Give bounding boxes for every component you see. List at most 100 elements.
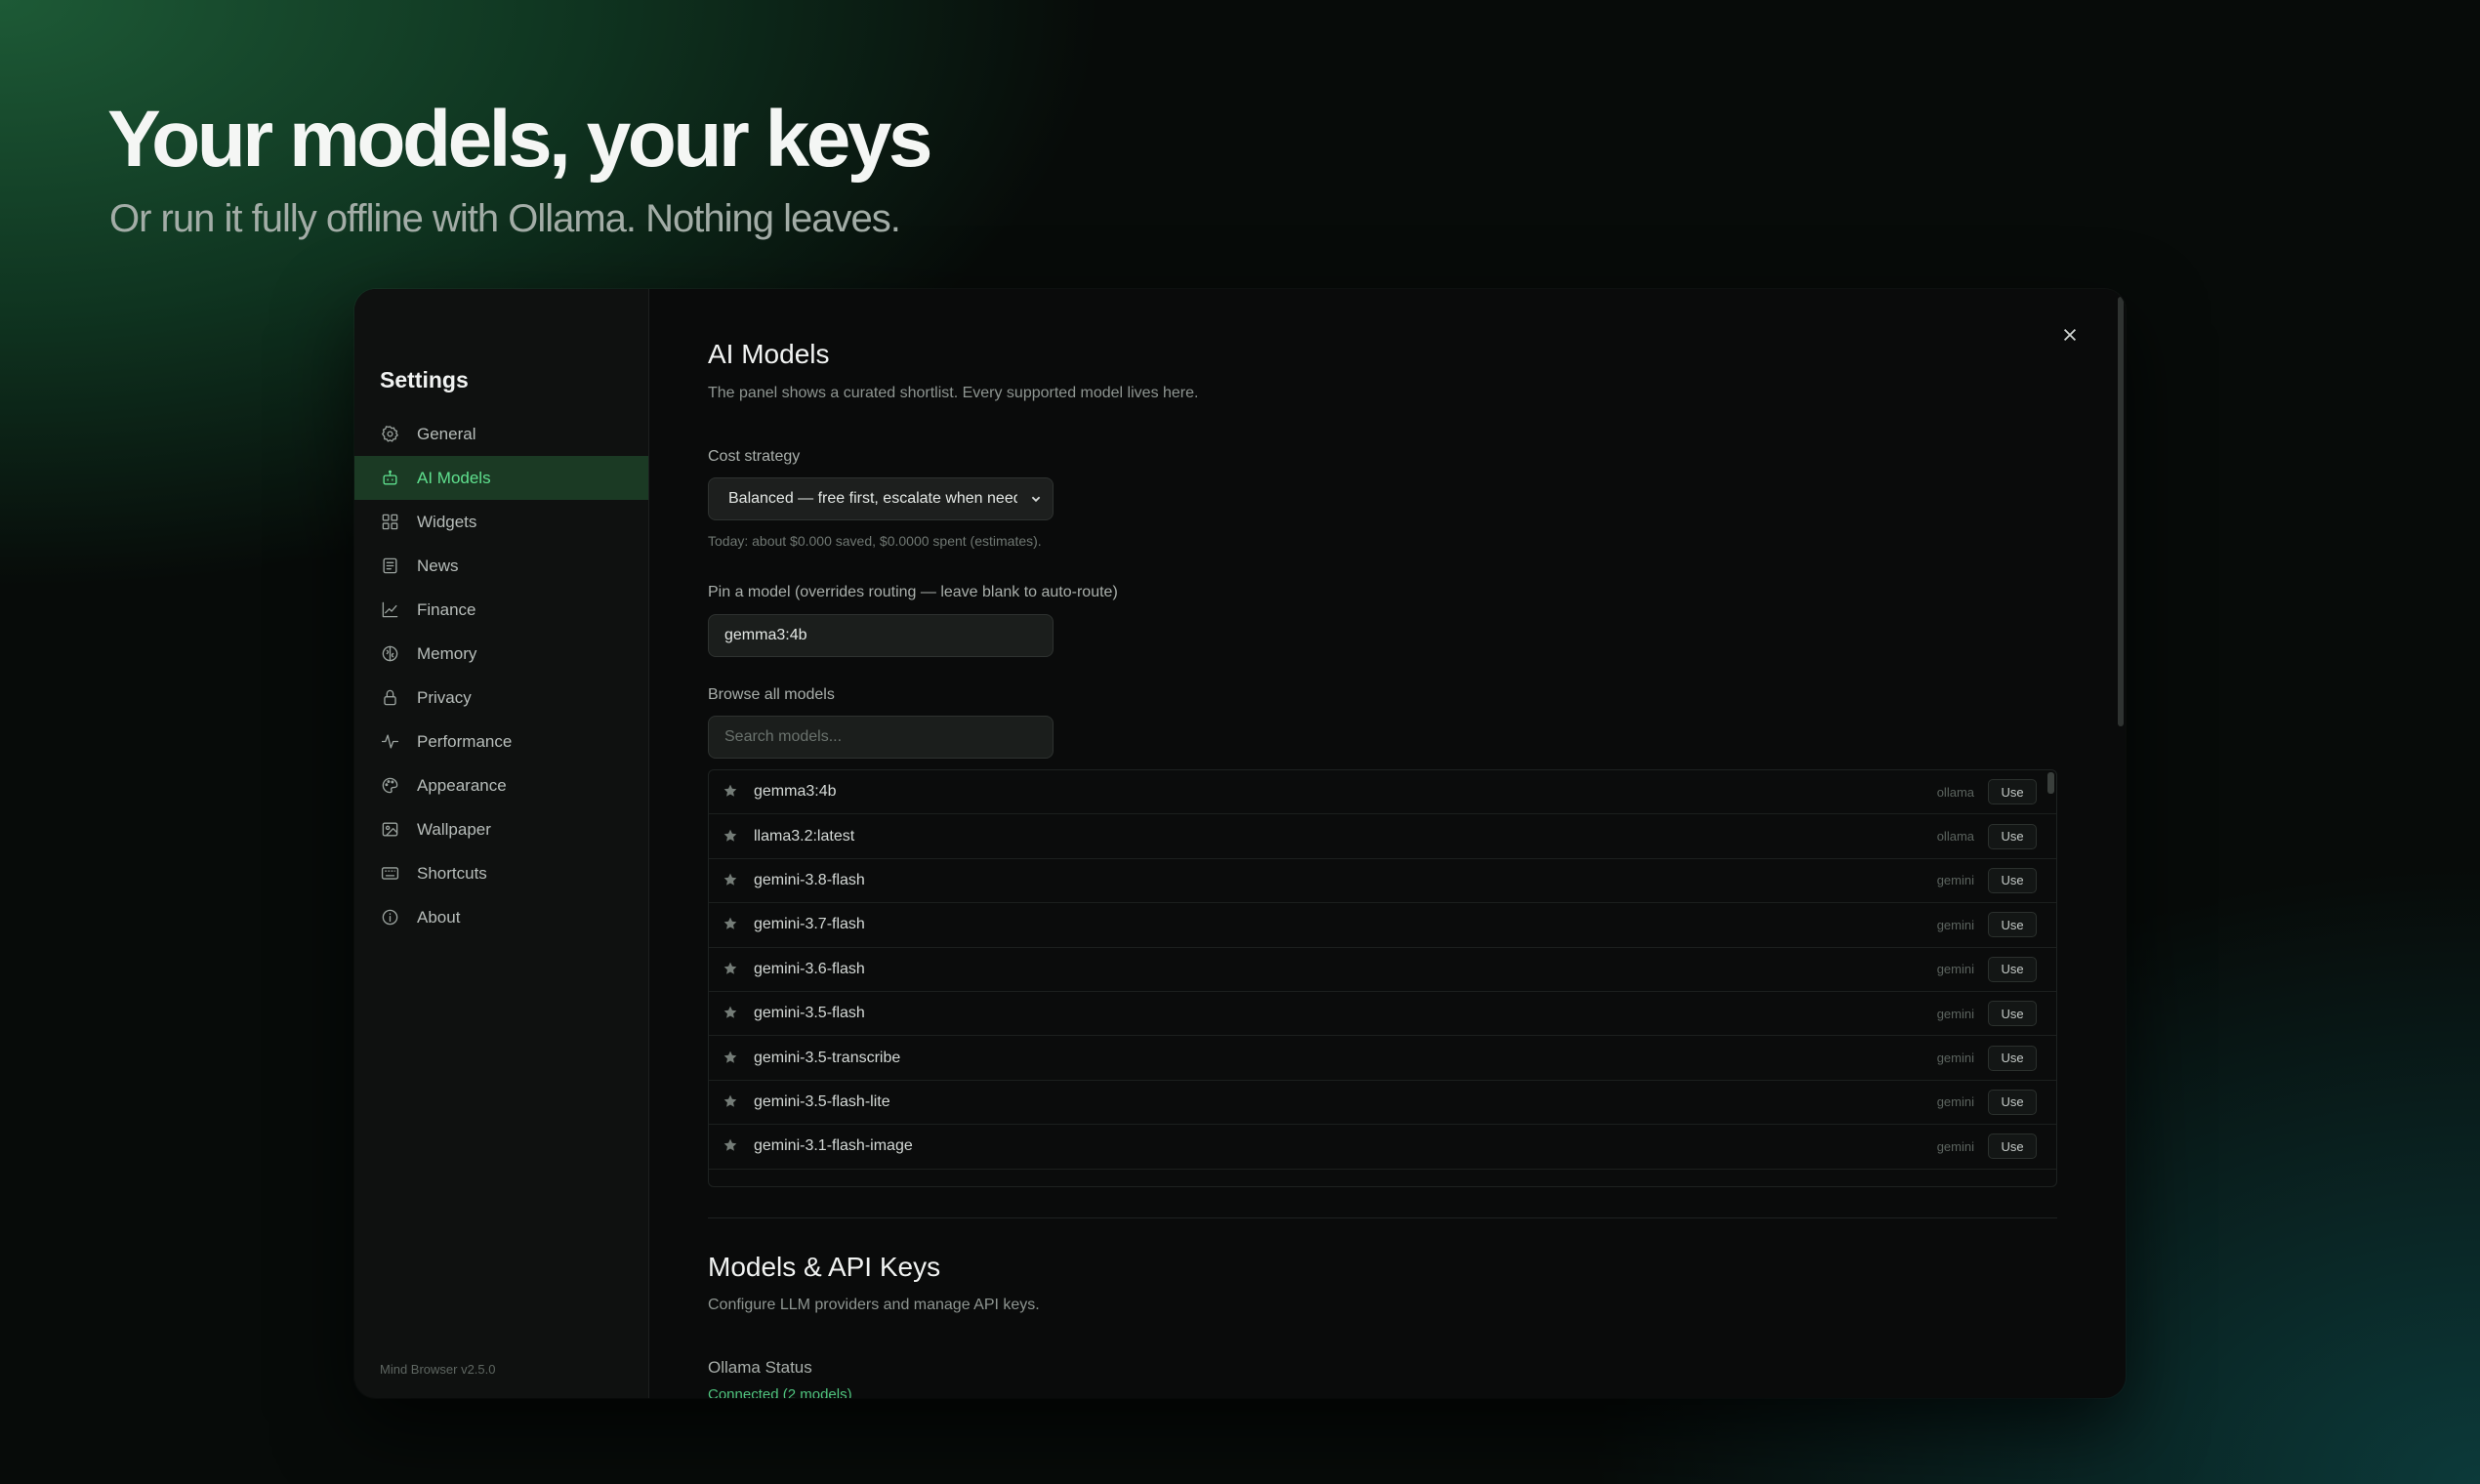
section-divider <box>708 1217 2057 1218</box>
model-row[interactable]: gemini-3.5-flash gemini Use <box>709 992 2056 1037</box>
use-model-button[interactable]: Use <box>1988 1045 2037 1071</box>
sidebar-item-performance[interactable]: Performance <box>354 720 648 763</box>
settings-window: Settings General AI Models Widgets News … <box>354 289 2126 1398</box>
section-description: The panel shows a curated shortlist. Eve… <box>708 385 1199 401</box>
sidebar-item-label: About <box>417 907 461 927</box>
search-models-input[interactable] <box>708 716 1054 759</box>
cost-estimate-note: Today: about $0.000 saved, $0.0000 spent… <box>708 533 1042 549</box>
star-icon[interactable] <box>723 872 740 889</box>
use-model-button[interactable]: Use <box>1988 867 2037 893</box>
sidebar-item-privacy[interactable]: Privacy <box>354 676 648 720</box>
model-provider: gemini <box>1936 1006 1974 1021</box>
hero-title: Your models, your keys <box>107 95 933 184</box>
grid-icon <box>380 513 399 532</box>
api-keys-description: Configure LLM providers and manage API k… <box>708 1297 1040 1313</box>
sidebar-item-ai-models[interactable]: AI Models <box>354 456 648 500</box>
lock-icon <box>380 688 399 708</box>
newspaper-icon <box>380 556 399 576</box>
model-row[interactable]: gemini-3.5-flash-lite gemini Use <box>709 1081 2056 1126</box>
model-provider: gemini <box>1936 1051 1974 1066</box>
ollama-status-label: Ollama Status <box>708 1358 812 1377</box>
model-name: gemma3:4b <box>754 783 837 801</box>
star-icon[interactable] <box>723 1050 740 1067</box>
section-title-ai-models: AI Models <box>708 339 830 369</box>
sidebar-item-about[interactable]: About <box>354 895 648 939</box>
robot-icon <box>380 469 399 488</box>
sidebar-item-label: AI Models <box>417 468 491 487</box>
hero-subtitle: Or run it fully offline with Ollama. Not… <box>109 197 901 240</box>
model-provider: gemini <box>1936 873 1974 888</box>
panel-scrollbar[interactable] <box>2118 297 2124 726</box>
star-icon[interactable] <box>723 916 740 933</box>
sidebar-item-label: Performance <box>417 731 513 751</box>
gear-icon <box>380 425 399 444</box>
model-provider: gemini <box>1936 917 1974 932</box>
model-row[interactable]: gemini-3.5-transcribe gemini Use <box>709 1036 2056 1081</box>
model-provider: ollama <box>1936 829 1974 845</box>
sidebar-item-wallpaper[interactable]: Wallpaper <box>354 807 648 851</box>
star-icon[interactable] <box>723 961 740 978</box>
sidebar-item-appearance[interactable]: Appearance <box>354 763 648 807</box>
close-button[interactable] <box>2053 318 2087 351</box>
model-provider: gemini <box>1936 1138 1974 1154</box>
section-title-api-keys: Models & API Keys <box>708 1252 941 1282</box>
cost-strategy-label: Cost strategy <box>708 448 801 465</box>
use-model-button[interactable]: Use <box>1988 956 2037 982</box>
close-icon <box>2063 328 2077 342</box>
model-provider: ollama <box>1936 784 1974 800</box>
model-name: gemini-3.6-flash <box>754 960 865 977</box>
model-row[interactable]: gemini-3.8-flash gemini Use <box>709 859 2056 904</box>
model-list: gemma3:4b ollama Use llama3.2:latest ollama U… <box>708 769 2057 1187</box>
model-row[interactable]: gemini-3.7-flash gemini Use <box>709 903 2056 948</box>
use-model-button[interactable]: Use <box>1988 823 2037 849</box>
settings-main: AI Models The panel shows a curated shor… <box>649 289 2126 1398</box>
sidebar-item-finance[interactable]: Finance <box>354 588 648 632</box>
pin-model-label: Pin a model (overrides routing — leave b… <box>708 584 1118 600</box>
model-list-scrollbar[interactable] <box>2047 772 2054 794</box>
model-name: gemini-3.5-transcribe <box>754 1049 901 1066</box>
palette-icon <box>380 776 399 796</box>
sidebar-item-news[interactable]: News <box>354 544 648 588</box>
use-model-button[interactable]: Use <box>1988 779 2037 805</box>
brain-icon <box>380 644 399 664</box>
sidebar-item-general[interactable]: General <box>354 412 648 456</box>
settings-sidebar: Settings General AI Models Widgets News … <box>354 289 649 1398</box>
model-name: gemini-3.8-flash <box>754 871 865 888</box>
sidebar-item-memory[interactable]: Memory <box>354 632 648 676</box>
pulse-icon <box>380 732 399 752</box>
model-row[interactable]: gemini-3.1-flash-image gemini Use <box>709 1125 2056 1170</box>
model-name: llama3.2:latest <box>754 827 855 845</box>
image-icon <box>380 820 399 840</box>
chevron-down-icon <box>1027 490 1045 508</box>
ollama-status-value[interactable]: Connected (2 models) <box>708 1386 852 1398</box>
use-model-button[interactable]: Use <box>1988 1001 2037 1027</box>
star-icon[interactable] <box>723 1137 740 1155</box>
model-provider: gemini <box>1936 962 1974 977</box>
sidebar-item-label: Finance <box>417 599 476 619</box>
sidebar-item-label: Memory <box>417 643 477 663</box>
model-row[interactable]: gemma3:4b ollama Use <box>709 770 2056 815</box>
model-row[interactable]: gemini-3.6-flash gemini Use <box>709 948 2056 992</box>
pin-model-input[interactable] <box>708 614 1054 657</box>
sidebar-item-label: Widgets <box>417 512 477 531</box>
model-name: gemini-3.5-flash-lite <box>754 1092 890 1110</box>
cost-strategy-value: Balanced — free first, escalate when nee… <box>728 490 1017 507</box>
sidebar-item-widgets[interactable]: Widgets <box>354 500 648 544</box>
cost-strategy-select[interactable]: Balanced — free first, escalate when nee… <box>708 477 1054 520</box>
sidebar-item-label: Privacy <box>417 687 472 707</box>
model-row[interactable]: llama3.2:latest ollama Use <box>709 814 2056 859</box>
model-provider: gemini <box>1936 1094 1974 1110</box>
sidebar-item-label: Wallpaper <box>417 819 491 839</box>
star-icon[interactable] <box>723 1093 740 1111</box>
keyboard-icon <box>380 864 399 884</box>
sidebar-item-label: Shortcuts <box>417 863 487 883</box>
chart-icon <box>380 600 399 620</box>
star-icon[interactable] <box>723 1005 740 1022</box>
use-model-button[interactable]: Use <box>1988 1134 2037 1160</box>
sidebar-title: Settings <box>380 367 469 392</box>
star-icon[interactable] <box>723 828 740 845</box>
star-icon[interactable] <box>723 783 740 801</box>
use-model-button[interactable]: Use <box>1988 912 2037 938</box>
sidebar-item-shortcuts[interactable]: Shortcuts <box>354 851 648 895</box>
use-model-button[interactable]: Use <box>1988 1089 2037 1115</box>
